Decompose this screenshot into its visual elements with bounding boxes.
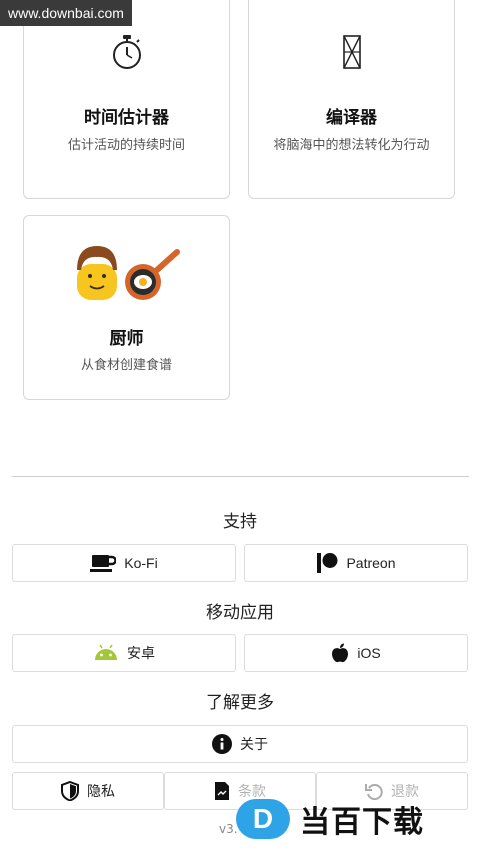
about-label: 关于 bbox=[240, 737, 268, 753]
patreon-button[interactable]: Patreon bbox=[244, 544, 468, 582]
privacy-label: 隐私 bbox=[87, 784, 115, 800]
about-button[interactable]: 关于 bbox=[12, 725, 468, 763]
info-icon bbox=[212, 734, 232, 754]
card-description: 将脑海中的想法转化为行动 bbox=[273, 138, 430, 153]
patreon-label: Patreon bbox=[346, 555, 396, 571]
card-title: 时间估计器 bbox=[84, 108, 169, 128]
ios-button[interactable]: iOS bbox=[244, 634, 468, 672]
brand-watermark-logo: D 当百下载 bbox=[236, 796, 480, 842]
chef-frying-pan-icon bbox=[76, 246, 180, 300]
support-heading: 支持 bbox=[223, 512, 257, 532]
card-compiler[interactable]: 编译器 将脑海中的想法转化为行动 bbox=[248, 0, 455, 199]
privacy-button[interactable]: 隐私 bbox=[12, 772, 164, 810]
document-icon bbox=[215, 782, 229, 800]
logo-text: 当百下载 bbox=[300, 805, 424, 840]
android-label: 安卓 bbox=[127, 646, 155, 662]
mobile-apps-heading: 移动应用 bbox=[206, 603, 274, 623]
logo-badge: D bbox=[236, 799, 290, 839]
card-description: 从食材创建食谱 bbox=[80, 358, 172, 373]
stopwatch-icon bbox=[112, 35, 141, 69]
card-title: 编译器 bbox=[326, 108, 377, 128]
card-time-estimator[interactable]: 时间估计器 估计活动的持续时间 bbox=[23, 0, 230, 199]
site-watermark: www.downbai.com bbox=[0, 0, 132, 26]
section-divider bbox=[12, 476, 469, 477]
android-icon bbox=[95, 644, 117, 660]
coffee-cup-icon bbox=[90, 555, 117, 572]
android-button[interactable]: 安卓 bbox=[12, 634, 236, 672]
kofi-button[interactable]: Ko-Fi bbox=[12, 544, 236, 582]
version-text: v3. bbox=[219, 822, 238, 836]
learn-more-heading: 了解更多 bbox=[206, 693, 274, 713]
card-chef[interactable]: 厨师 从食材创建食谱 bbox=[23, 215, 230, 400]
apple-icon bbox=[332, 643, 349, 663]
kofi-label: Ko-Fi bbox=[124, 555, 158, 571]
shield-icon bbox=[61, 781, 79, 801]
hourglass-icon bbox=[342, 35, 361, 69]
patreon-icon bbox=[317, 553, 338, 573]
ios-label: iOS bbox=[357, 645, 381, 661]
card-title: 厨师 bbox=[109, 329, 144, 349]
card-description: 估计活动的持续时间 bbox=[67, 138, 185, 153]
